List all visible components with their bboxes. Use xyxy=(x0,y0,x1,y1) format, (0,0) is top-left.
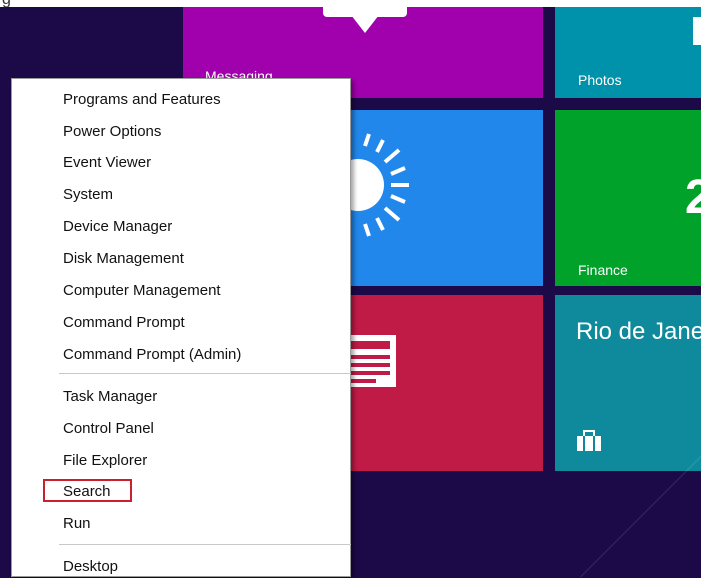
menu-item-command-prompt-admin[interactable]: Command Prompt (Admin) xyxy=(63,344,241,366)
tile-label-finance: Finance xyxy=(578,262,628,278)
menu-item-device-manager[interactable]: Device Manager xyxy=(63,216,172,238)
background-pattern-line xyxy=(559,455,701,577)
speech-bubble-tail xyxy=(351,15,379,33)
tile-photos[interactable]: Photos xyxy=(555,7,701,98)
menu-item-control-panel[interactable]: Control Panel xyxy=(63,418,154,440)
menu-item-power-options[interactable]: Power Options xyxy=(63,121,161,143)
menu-item-command-prompt[interactable]: Command Prompt xyxy=(63,312,185,334)
menu-item-file-explorer[interactable]: File Explorer xyxy=(63,450,147,472)
winx-context-menu: Programs and Features Power Options Even… xyxy=(11,78,351,577)
menu-item-disk-management[interactable]: Disk Management xyxy=(63,248,184,270)
menu-separator xyxy=(59,544,351,545)
menu-item-event-viewer[interactable]: Event Viewer xyxy=(63,152,151,174)
menu-item-run[interactable]: Run xyxy=(63,513,91,535)
menu-separator xyxy=(59,373,351,374)
menu-item-task-manager[interactable]: Task Manager xyxy=(63,386,157,408)
photo-icon xyxy=(693,17,701,45)
suitcase-icon xyxy=(577,430,601,451)
top-strip: g xyxy=(0,0,701,8)
menu-item-computer-management[interactable]: Computer Management xyxy=(63,280,221,302)
tile-label-travel: Rio de Janeiro xyxy=(576,318,701,345)
chart-icon: 2 xyxy=(685,171,701,224)
tile-travel[interactable]: Rio de Janeiro xyxy=(555,295,701,471)
tile-label-photos: Photos xyxy=(578,72,622,88)
menu-item-programs-and-features[interactable]: Programs and Features xyxy=(63,89,221,111)
tile-finance[interactable]: 2 Finance xyxy=(555,110,701,286)
menu-item-desktop[interactable]: Desktop xyxy=(63,556,118,578)
menu-item-system[interactable]: System xyxy=(63,184,113,206)
search-highlight-box xyxy=(43,479,132,502)
